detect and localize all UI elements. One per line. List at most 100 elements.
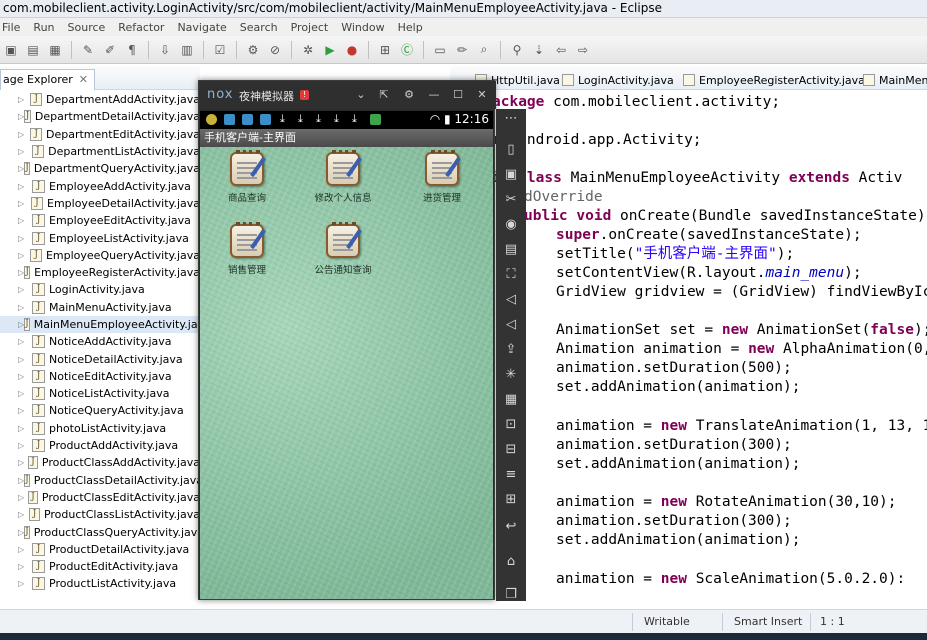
tab-mainmenu[interactable]: MainMenu xyxy=(863,70,927,90)
tree-item-java-file[interactable]: ▷ J ProductClassAddActivity.java xyxy=(0,454,200,471)
new-package-icon[interactable]: ⊞ xyxy=(376,41,394,59)
expand-arrow-icon[interactable]: ▷ xyxy=(18,147,32,156)
tree-item-java-file[interactable]: ▷ J EmployeeRegisterActivity.java xyxy=(0,264,200,281)
expand-arrow-icon[interactable]: ▷ xyxy=(18,493,28,502)
close-icon[interactable]: ✕ xyxy=(79,73,88,86)
menu-icon[interactable]: ≡ xyxy=(503,467,519,483)
tab-package-explorer[interactable]: age Explorer ✕ xyxy=(0,69,96,90)
menu-search[interactable]: Search xyxy=(240,21,278,34)
expand-arrow-icon[interactable]: ▷ xyxy=(18,389,32,398)
tree-item-java-file[interactable]: ▷ J EmployeeListActivity.java xyxy=(0,229,200,246)
tree-item-java-file[interactable]: ▷ J ProductClassQueryActivity.java xyxy=(0,523,200,540)
menu-window[interactable]: Window xyxy=(341,21,384,34)
format-icon[interactable]: ¶ xyxy=(123,41,141,59)
tree-item-java-file[interactable]: ▷ JphotoListActivity.java xyxy=(0,420,200,437)
expand-arrow-icon[interactable]: ▷ xyxy=(18,562,32,571)
expand-arrow-icon[interactable]: ▷ xyxy=(18,406,32,415)
tree-item-java-file[interactable]: ▷ J DepartmentEditActivity.java xyxy=(0,126,200,143)
pin-icon[interactable]: ⇱ xyxy=(377,88,391,101)
home-icon[interactable]: ⌂ xyxy=(503,554,519,570)
tree-item-java-file[interactable]: ▷ J NoticeEditActivity.java xyxy=(0,368,200,385)
expand-arrow-icon[interactable]: ▷ xyxy=(18,424,32,433)
search-icon[interactable]: ⌕ xyxy=(475,41,493,59)
save-icon[interactable]: ▤ xyxy=(24,41,42,59)
close-icon[interactable]: ✕ xyxy=(475,88,489,101)
macro-icon[interactable]: ⊡ xyxy=(503,417,519,433)
expand-arrow-icon[interactable]: ▷ xyxy=(18,355,32,364)
fullscreen-icon[interactable]: ⛶ xyxy=(503,267,519,283)
upload-icon[interactable]: ⇪ xyxy=(503,342,519,358)
expand-arrow-icon[interactable]: ▷ xyxy=(18,579,32,588)
menu-navigate[interactable]: Navigate xyxy=(177,21,226,34)
expand-arrow-icon[interactable]: ▷ xyxy=(18,234,32,243)
tree-item-java-file[interactable]: ▷ J NoticeQueryActivity.java xyxy=(0,402,200,419)
skip-icon[interactable]: ⊘ xyxy=(266,41,284,59)
new-class-icon[interactable]: Ⓒ xyxy=(398,41,416,59)
grid-item-edit-profile[interactable]: 修改个人信息 xyxy=(298,150,388,204)
alert-badge[interactable]: ! xyxy=(300,90,309,100)
tree-item-java-file[interactable]: ▷ J EmployeeDetailActivity.java xyxy=(0,195,200,212)
pen-icon[interactable]: ✏ xyxy=(453,41,471,59)
volume-up-icon[interactable]: ◁ xyxy=(503,292,519,308)
open-folder-icon[interactable]: ▭ xyxy=(431,41,449,59)
tree-item-java-file[interactable]: ▷ J EmployeeAddActivity.java xyxy=(0,177,200,194)
more-icon[interactable]: ⋯ xyxy=(503,111,519,127)
expand-arrow-icon[interactable]: ▷ xyxy=(18,199,31,208)
tree-item-java-file[interactable]: ▷ J DepartmentQueryActivity.java xyxy=(0,160,200,177)
tree-item-java-file[interactable]: ▷ J NoticeListActivity.java xyxy=(0,385,200,402)
new-icon[interactable]: ▣ xyxy=(2,41,20,59)
expand-arrow-icon[interactable]: ▷ xyxy=(18,182,32,191)
menu-help[interactable]: Help xyxy=(398,21,423,34)
tab-employeeregisteractivity[interactable]: EmployeeRegisterActivity.java xyxy=(683,70,865,90)
keyboard-icon[interactable]: ▤ xyxy=(503,242,519,258)
tree-item-java-file[interactable]: ▷ J MainMenuActivity.java xyxy=(0,299,200,316)
expand-arrow-icon[interactable]: ▷ xyxy=(18,216,32,225)
tree-item-java-file[interactable]: ▷ J DepartmentAddActivity.java xyxy=(0,91,200,108)
tree-item-java-file[interactable]: ▷ J DepartmentListActivity.java xyxy=(0,143,200,160)
grid-item-purchase-management[interactable]: 进货管理 xyxy=(397,150,487,204)
menu-file[interactable]: File xyxy=(2,21,20,34)
menu-run[interactable]: Run xyxy=(33,21,54,34)
tab-loginactivity[interactable]: LoginActivity.java xyxy=(562,70,674,90)
run-icon[interactable]: ▶ xyxy=(321,41,339,59)
grid-item-product-query[interactable]: 商品查询 xyxy=(202,150,292,204)
highlight-icon[interactable]: ✐ xyxy=(101,41,119,59)
tree-item-java-file[interactable]: ▷ J DepartmentDetailActivity.java xyxy=(0,108,200,125)
multi-window-icon[interactable]: ⊟ xyxy=(503,442,519,458)
phone-icon[interactable]: ▯ xyxy=(503,142,519,158)
annotation-icon[interactable]: ✎ xyxy=(79,41,97,59)
maximize-icon[interactable]: ☐ xyxy=(451,88,465,101)
recent-apps-icon[interactable]: ❐ xyxy=(503,587,519,603)
tree-item-java-file[interactable]: ▷ J NoticeAddActivity.java xyxy=(0,333,200,350)
back-icon[interactable]: ↩ xyxy=(503,519,519,535)
external-tools-icon[interactable]: ● xyxy=(343,41,361,59)
build-icon[interactable]: ⚙ xyxy=(244,41,262,59)
apps-icon[interactable]: ⊞ xyxy=(503,492,519,508)
expand-arrow-icon[interactable]: ▷ xyxy=(18,372,32,381)
scissors-icon[interactable]: ✂ xyxy=(503,192,519,208)
tree-item-java-file[interactable]: ▷ J ProductEditActivity.java xyxy=(0,558,200,575)
expand-arrow-icon[interactable]: ▷ xyxy=(18,303,32,312)
tree-item-java-file[interactable]: ▷ J ProductDetailActivity.java xyxy=(0,541,200,558)
expand-arrow-icon[interactable]: ▷ xyxy=(18,510,29,519)
tree-item-java-file[interactable]: ▷ J MainMenuEmployeeActivity.java xyxy=(0,315,200,334)
debug-icon[interactable]: ✲ xyxy=(299,41,317,59)
expand-arrow-icon[interactable]: ▷ xyxy=(18,285,32,294)
tree-item-java-file[interactable]: ▷ J ProductClassListActivity.java xyxy=(0,506,200,523)
settings-icon[interactable]: ⚙ xyxy=(402,88,416,101)
tree-item-java-file[interactable]: ▷ J ProductClassEditActivity.java xyxy=(0,489,200,506)
expand-arrow-icon[interactable]: ▷ xyxy=(18,458,28,467)
expand-arrow-icon[interactable]: ▷ xyxy=(18,130,30,139)
grid-item-notice-query[interactable]: 公告通知查询 xyxy=(298,222,388,276)
chevron-down-icon[interactable]: ⌄ xyxy=(354,88,368,101)
tree-item-java-file[interactable]: ▷ J LoginActivity.java xyxy=(0,281,200,298)
expand-arrow-icon[interactable]: ▷ xyxy=(18,337,32,346)
pin-icon[interactable]: ⚲ xyxy=(508,41,526,59)
expand-arrow-icon[interactable]: ▷ xyxy=(18,251,30,260)
tree-item-java-file[interactable]: ▷ J EmployeeQueryActivity.java xyxy=(0,247,200,264)
forward-icon[interactable]: ⇨ xyxy=(574,41,592,59)
menu-project[interactable]: Project xyxy=(291,21,329,34)
screenshot-icon[interactable]: ▦ xyxy=(503,392,519,408)
next-annotation-icon[interactable]: ⇣ xyxy=(530,41,548,59)
expand-arrow-icon[interactable]: ▷ xyxy=(18,545,32,554)
